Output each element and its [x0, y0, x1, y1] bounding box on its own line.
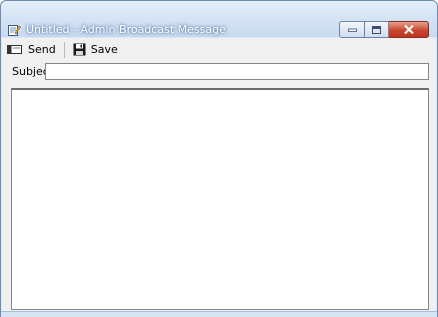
minimize-button[interactable]	[339, 21, 364, 38]
message-body-textarea[interactable]	[11, 88, 429, 310]
maximize-icon	[372, 25, 381, 34]
toolbar-separator	[63, 41, 65, 58]
notepad-pen-icon	[8, 25, 21, 36]
broadcast-window: Untitled - Admin Broadcast Message Send …	[0, 0, 438, 317]
close-icon	[403, 25, 414, 34]
save-button[interactable]: Save	[69, 40, 122, 60]
save-label: Save	[90, 43, 118, 56]
envelope-icon	[7, 45, 22, 54]
minimize-icon	[347, 28, 357, 32]
subject-input[interactable]	[45, 63, 429, 80]
close-button[interactable]	[389, 21, 429, 38]
send-label: Send	[28, 43, 56, 56]
floppy-disk-icon	[73, 43, 86, 56]
caption-buttons	[339, 21, 429, 39]
title-bar[interactable]: Untitled - Admin Broadcast Message	[1, 1, 437, 39]
send-button[interactable]: Send	[2, 40, 60, 60]
window-bottom-border	[1, 311, 437, 317]
subject-row: Subject	[2, 61, 436, 83]
maximize-button[interactable]	[364, 21, 389, 38]
message-area	[2, 83, 436, 311]
window-title: Untitled - Admin Broadcast Message	[26, 23, 226, 36]
toolbar: Send Save	[2, 38, 436, 61]
